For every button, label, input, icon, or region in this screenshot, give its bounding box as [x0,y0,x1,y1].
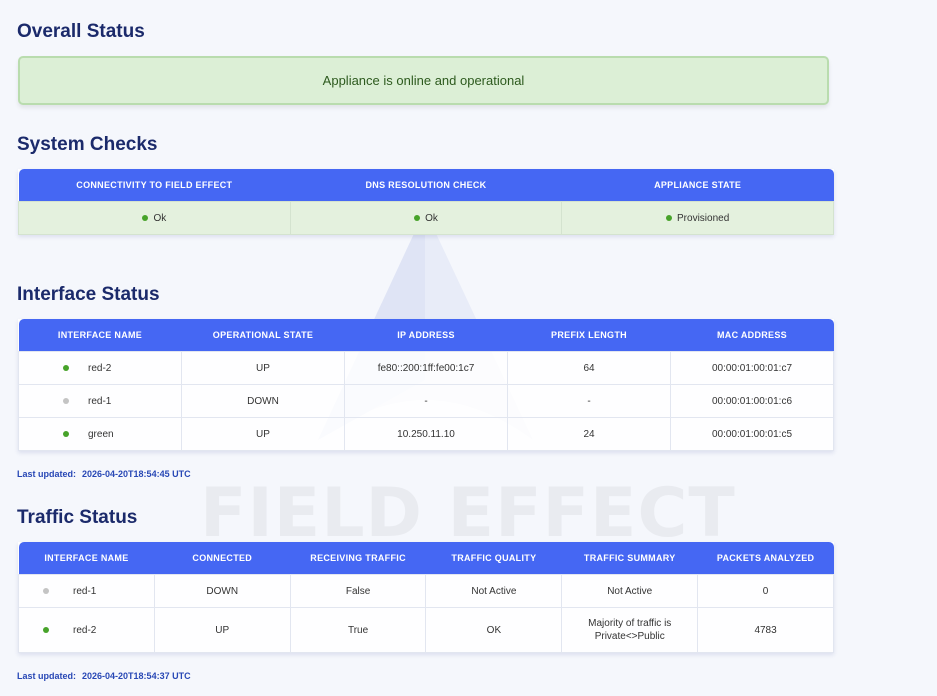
status-dot-icon [63,397,69,404]
system-checks-table: CONNECTIVITY TO FIELD EFFECT DNS RESOLUT… [18,169,834,235]
column-header: IP ADDRESS [397,330,455,340]
overall-status-title: Overall Status [17,21,145,42]
interface-name: red-2 [73,624,97,636]
last-updated-timestamp: 2026-04-20T18:54:45 UTC [82,469,191,479]
table-row: green UP 10.250.11.10 24 00:00:01:00:01:… [18,417,834,451]
connected-state: UP [153,607,291,653]
prefix-length: - [507,384,671,418]
packets-analyzed: 0 [697,574,834,608]
dns-status-cell: Ok [289,201,563,235]
prefix-length: 24 [507,417,671,451]
interface-name-cell: red-1 [18,384,182,418]
column-header: CONNECTIVITY TO FIELD EFFECT [76,180,233,190]
column-header: DNS RESOLUTION CHECK [365,180,487,190]
interface-name: red-1 [73,585,97,597]
interface-status-table: INTERFACE NAME OPERATIONAL STATE IP ADDR… [18,319,834,451]
operational-state: UP [181,351,345,385]
ip-address: 10.250.11.10 [344,417,508,451]
interface-name-cell: red-1 [18,574,155,608]
interface-last-updated: Last updated: 2026-04-20T18:54:45 UTC [17,469,191,479]
interface-status-title: Interface Status [17,284,160,305]
traffic-status-table: INTERFACE NAME CONNECTED RECEIVING TRAFF… [18,542,834,653]
traffic-summary-text: Majority of traffic is [588,618,672,629]
interface-name: green [88,428,114,440]
table-header-row: CONNECTIVITY TO FIELD EFFECT DNS RESOLUT… [18,169,834,202]
dns-status-value: Ok [425,212,438,224]
last-updated-timestamp: 2026-04-20T18:54:37 UTC [82,671,191,681]
traffic-summary: Not Active [561,574,699,608]
status-dot-icon [63,430,69,437]
interface-name: red-1 [88,395,112,407]
column-header: PREFIX LENGTH [551,330,627,340]
column-header: MAC ADDRESS [717,330,787,340]
prefix-length: 64 [507,351,671,385]
overall-status-banner: Appliance is online and operational [18,56,829,105]
status-dot-icon [43,626,49,633]
traffic-summary-text: Private<>Public [594,631,665,642]
overall-status-message: Appliance is online and operational [322,73,525,88]
connectivity-status-cell: Ok [18,201,291,235]
operational-state: UP [181,417,345,451]
status-dot-icon [142,214,149,221]
last-updated-label: Last updated: [17,671,77,681]
column-header: PACKETS ANALYZED [716,553,815,563]
appliance-state-cell: Provisioned [561,201,834,235]
column-header: OPERATIONAL STATE [212,330,314,340]
table-row: red-2 UP fe80::200:1ff:fe00:1c7 64 00:00… [18,351,834,385]
last-updated-label: Last updated: [17,469,77,479]
column-header: RECEIVING TRAFFIC [310,553,406,563]
interface-name: red-2 [88,362,112,374]
table-row: Ok Ok Provisioned [18,201,834,235]
traffic-status-title: Traffic Status [17,507,138,528]
table-header-row: INTERFACE NAME OPERATIONAL STATE IP ADDR… [18,319,834,352]
interface-name-cell: red-2 [18,351,182,385]
column-header: TRAFFIC QUALITY [451,553,537,563]
mac-address: 00:00:01:00:01:c6 [670,384,834,418]
traffic-last-updated: Last updated: 2026-04-20T18:54:37 UTC [17,671,191,681]
table-row: red-1 DOWN - - 00:00:01:00:01:c6 [18,384,834,418]
column-header: APPLIANCE STATE [654,180,742,190]
mac-address: 00:00:01:00:01:c5 [670,417,834,451]
ip-address: fe80::200:1ff:fe00:1c7 [344,351,508,385]
status-dot-icon [414,214,421,221]
interface-name-cell: red-2 [18,607,155,653]
column-header: INTERFACE NAME [44,553,129,563]
system-checks-title: System Checks [17,134,158,155]
traffic-summary: Majority of traffic is Private<>Public [561,607,699,653]
ip-address: - [344,384,508,418]
table-row: red-1 DOWN False Not Active Not Active 0 [18,574,834,608]
table-row: red-2 UP True OK Majority of traffic is P… [18,607,834,653]
connectivity-status-value: Ok [153,212,167,224]
status-dot-icon [666,214,673,221]
column-header: CONNECTED [192,553,253,563]
traffic-summary-text: Not Active [607,585,653,597]
receiving-traffic: False [289,574,427,608]
column-header: INTERFACE NAME [57,330,143,340]
table-header-row: INTERFACE NAME CONNECTED RECEIVING TRAFF… [18,542,834,575]
status-dot-icon [43,587,49,594]
status-dot-icon [63,364,69,371]
interface-name-cell: green [18,417,182,451]
traffic-quality: OK [425,607,563,653]
operational-state: DOWN [181,384,345,418]
mac-address: 00:00:01:00:01:c7 [670,351,834,385]
connected-state: DOWN [153,574,291,608]
packets-analyzed: 4783 [697,607,834,653]
receiving-traffic: True [289,607,427,653]
appliance-state-value: Provisioned [677,212,730,224]
column-header: TRAFFIC SUMMARY [583,553,676,563]
traffic-quality: Not Active [425,574,563,608]
